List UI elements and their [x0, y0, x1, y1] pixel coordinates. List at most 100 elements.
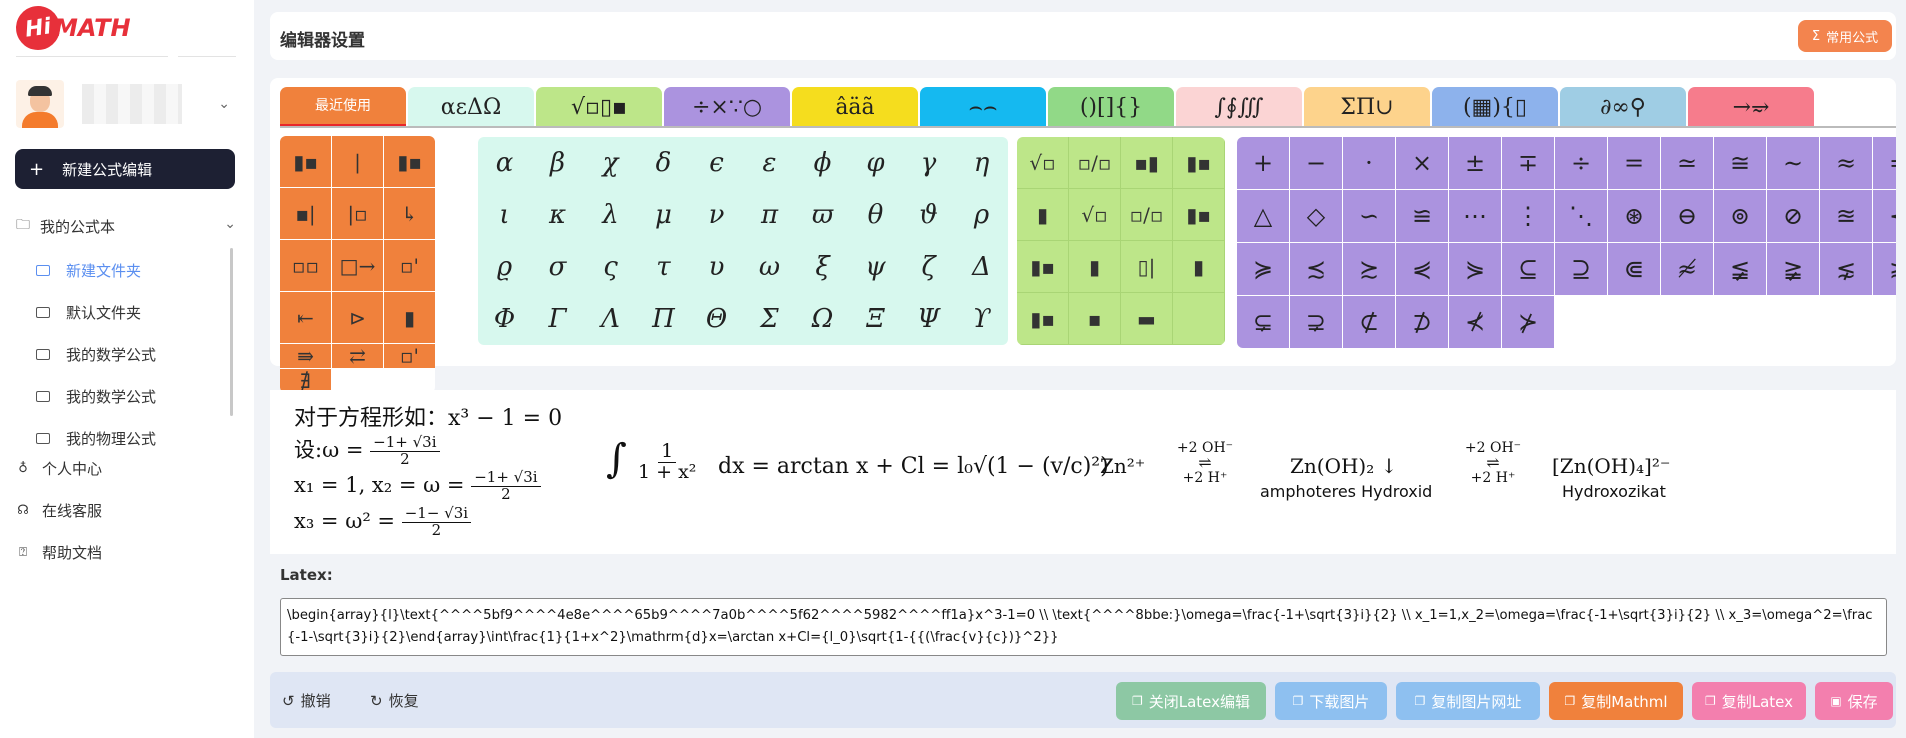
- symbol-tab[interactable]: ΣΠ∪: [1304, 87, 1430, 127]
- nav-online-support[interactable]: ☊ 在线客服: [16, 498, 102, 522]
- new-formula-button[interactable]: + 新建公式编辑: [15, 149, 235, 189]
- greek-symbol-button[interactable]: ϱ: [478, 241, 531, 293]
- symbol-tab[interactable]: ∂∞⚲: [1560, 87, 1686, 127]
- formula-book-header[interactable]: 🗀 我的公式本 ⌄: [16, 214, 236, 238]
- operator-symbol-button[interactable]: ⊘: [1767, 190, 1819, 242]
- operator-symbol-button[interactable]: =: [1608, 137, 1660, 189]
- greek-symbol-button[interactable]: ϕ: [796, 137, 849, 189]
- operator-symbol-button[interactable]: ⋧: [1873, 243, 1896, 295]
- greek-symbol-button[interactable]: θ: [849, 189, 902, 241]
- greek-symbol-button[interactable]: λ: [584, 189, 637, 241]
- operator-symbol-button[interactable]: ⊀: [1449, 296, 1501, 348]
- greek-symbol-button[interactable]: μ: [637, 189, 690, 241]
- operator-symbol-button[interactable]: △: [1237, 190, 1289, 242]
- radical-symbol-button[interactable]: ▬: [1121, 293, 1173, 345]
- operator-symbol-button[interactable]: ⊖: [1661, 190, 1713, 242]
- operator-symbol-button[interactable]: ⋯: [1449, 190, 1501, 242]
- greek-symbol-button[interactable]: χ: [584, 137, 637, 189]
- recent-symbol-button[interactable]: ↳: [384, 188, 435, 239]
- operator-symbol-button[interactable]: ⊛: [1608, 190, 1660, 242]
- recent-symbol-button[interactable]: □→: [332, 240, 383, 291]
- operator-symbol-button[interactable]: ≺: [1873, 190, 1896, 242]
- operator-symbol-button[interactable]: ≃: [1661, 137, 1713, 189]
- operator-symbol-button[interactable]: ⊁: [1502, 296, 1554, 348]
- greek-symbol-button[interactable]: Σ: [743, 293, 796, 345]
- greek-symbol-button[interactable]: ε: [743, 137, 796, 189]
- greek-symbol-button[interactable]: Θ: [690, 293, 743, 345]
- nav-personal-center[interactable]: ♁ 个人中心: [16, 456, 102, 480]
- recent-symbol-button[interactable]: |: [332, 136, 383, 187]
- recent-symbol-button[interactable]: ▫': [384, 344, 435, 368]
- radical-symbol-button[interactable]: ▮: [1069, 241, 1121, 293]
- greek-symbol-button[interactable]: τ: [637, 241, 690, 293]
- operator-symbol-button[interactable]: ⋮: [1502, 190, 1554, 242]
- recent-symbol-button[interactable]: ⇄: [332, 344, 383, 368]
- greek-symbol-button[interactable]: ζ: [902, 241, 955, 293]
- operator-symbol-button[interactable]: ⊊: [1237, 296, 1289, 348]
- greek-symbol-button[interactable]: Ω: [796, 293, 849, 345]
- greek-symbol-button[interactable]: Γ: [531, 293, 584, 345]
- greek-symbol-button[interactable]: ξ: [796, 241, 849, 293]
- symbol-tab[interactable]: √▫▯▪: [536, 87, 662, 127]
- operator-symbol-button[interactable]: ∓: [1502, 137, 1554, 189]
- recent-symbol-button[interactable]: ▪|: [280, 188, 331, 239]
- symbol-tab[interactable]: (▦){▯: [1432, 87, 1558, 127]
- radical-symbol-button[interactable]: ▮▪: [1173, 137, 1225, 189]
- operator-symbol-button[interactable]: ⊚: [1714, 190, 1766, 242]
- operator-symbol-button[interactable]: +: [1237, 137, 1289, 189]
- operator-symbol-button[interactable]: ≾: [1290, 243, 1342, 295]
- recent-symbol-button[interactable]: ▫▫: [280, 240, 331, 291]
- greek-symbol-button[interactable]: β: [531, 137, 584, 189]
- operator-symbol-button[interactable]: ∼: [1767, 137, 1819, 189]
- radical-symbol-button[interactable]: √▫: [1069, 189, 1121, 241]
- greek-symbol-button[interactable]: σ: [531, 241, 584, 293]
- chevron-down-icon[interactable]: ⌄: [218, 96, 230, 112]
- radical-symbol-button[interactable]: ▪▮: [1121, 137, 1173, 189]
- operator-symbol-button[interactable]: ≌: [1396, 190, 1448, 242]
- user-profile[interactable]: ⌄: [16, 78, 236, 130]
- greek-symbol-button[interactable]: υ: [690, 241, 743, 293]
- download-image-button[interactable]: ❐ 下载图片: [1275, 682, 1387, 720]
- greek-symbol-button[interactable]: ϑ: [902, 189, 955, 241]
- undo-button[interactable]: ↺ 撤销: [282, 690, 331, 711]
- operator-symbol-button[interactable]: ≊: [1820, 190, 1872, 242]
- operator-symbol-button[interactable]: ∽: [1343, 190, 1395, 242]
- greek-symbol-button[interactable]: ϵ: [690, 137, 743, 189]
- operator-symbol-button[interactable]: ≈: [1820, 137, 1872, 189]
- folder-scrollbar[interactable]: [230, 248, 233, 416]
- common-formula-button[interactable]: Σ 常用公式: [1798, 20, 1892, 52]
- operator-symbol-button[interactable]: ⋦: [1820, 243, 1872, 295]
- greek-symbol-button[interactable]: Ψ: [902, 293, 955, 345]
- recent-symbol-button[interactable]: ⇛: [280, 344, 331, 368]
- greek-symbol-button[interactable]: ϒ: [955, 293, 1008, 345]
- radical-symbol-button[interactable]: √▫: [1017, 137, 1069, 189]
- greek-symbol-button[interactable]: ς: [584, 241, 637, 293]
- save-button[interactable]: ▣ 保存: [1815, 682, 1893, 720]
- copy-image-url-button[interactable]: ❐ 复制图片网址: [1396, 682, 1540, 720]
- greek-symbol-button[interactable]: Π: [637, 293, 690, 345]
- operator-symbol-button[interactable]: ×: [1396, 137, 1448, 189]
- greek-symbol-button[interactable]: κ: [531, 189, 584, 241]
- operator-symbol-button[interactable]: ·: [1343, 137, 1395, 189]
- operator-symbol-button[interactable]: ⊇: [1555, 243, 1607, 295]
- greek-symbol-button[interactable]: π: [743, 189, 796, 241]
- recent-symbol-button[interactable]: ▫': [384, 240, 435, 291]
- operator-symbol-button[interactable]: ◇: [1290, 190, 1342, 242]
- greek-symbol-button[interactable]: δ: [637, 137, 690, 189]
- operator-symbol-button[interactable]: ⋞: [1396, 243, 1448, 295]
- operator-symbol-button[interactable]: ⊆: [1502, 243, 1554, 295]
- symbol-tab[interactable]: ∫∮∭: [1176, 87, 1302, 127]
- operator-symbol-button[interactable]: ±: [1449, 137, 1501, 189]
- symbol-tab[interactable]: 最近使用: [280, 87, 406, 127]
- greek-symbol-button[interactable]: ι: [478, 189, 531, 241]
- radical-symbol-button[interactable]: ▯|: [1121, 241, 1173, 293]
- operator-symbol-button[interactable]: −: [1290, 137, 1342, 189]
- symbol-tab[interactable]: ÷×∵○: [664, 87, 790, 127]
- recent-symbol-button[interactable]: ⊳: [332, 292, 383, 343]
- radical-symbol-button[interactable]: ▮▪: [1017, 241, 1069, 293]
- chevron-down-icon[interactable]: ⌄: [224, 216, 236, 232]
- radical-symbol-button[interactable]: ▮▪: [1173, 189, 1225, 241]
- symbol-tab[interactable]: ⌢⌢: [920, 87, 1046, 127]
- radical-symbol-button[interactable]: [1173, 293, 1225, 345]
- symbol-tab[interactable]: αεΔΩ: [408, 87, 534, 127]
